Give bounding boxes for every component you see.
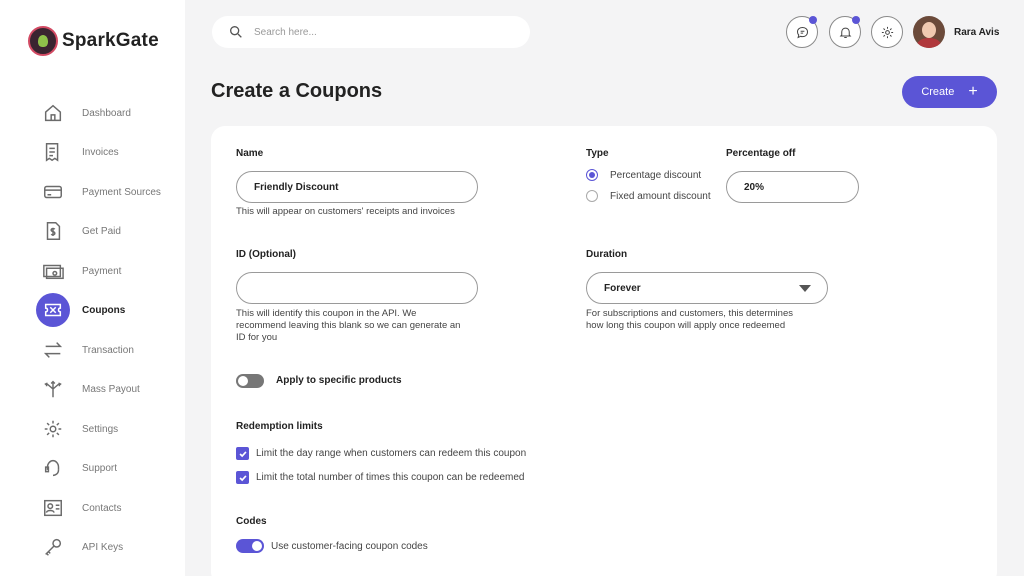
toggle-knob	[238, 376, 248, 386]
sidebar-item-label: Coupons	[82, 304, 126, 316]
create-button-label: Create	[921, 86, 955, 98]
id-input[interactable]	[236, 272, 478, 304]
notifications-button[interactable]	[829, 16, 861, 48]
sidebar-item-coupons[interactable]: Coupons	[36, 293, 181, 327]
limit-day-range-checkbox[interactable]: Limit the day range when customers can r…	[236, 447, 526, 460]
sidebar-item-label: Settings	[82, 423, 119, 435]
sidebar-item-label: Get Paid	[82, 225, 121, 237]
coupon-codes-label: Use customer-facing coupon codes	[271, 541, 428, 552]
sidebar-item-support[interactable]: Support	[36, 451, 181, 485]
duration-help-line: how long this coupon will apply once red…	[586, 320, 786, 331]
search-bar	[212, 16, 530, 48]
limit-total-redemptions-checkbox[interactable]: Limit the total number of times this cou…	[236, 471, 524, 484]
radio-label: Fixed amount discount	[610, 190, 711, 202]
contact-card-icon	[36, 491, 70, 525]
dollar-doc-icon	[36, 214, 70, 248]
sidebar-item-label: Dashboard	[82, 107, 131, 119]
sidebar-item-label: Payment Sources	[82, 186, 161, 198]
avatar[interactable]	[913, 16, 945, 48]
bell-icon	[839, 27, 851, 38]
sidebar-item-label: Support	[82, 462, 118, 474]
radio-selected-icon	[586, 169, 598, 181]
chevron-down-icon	[799, 285, 811, 292]
duration-help-text: For subscriptions and customers, this de…	[586, 308, 793, 332]
sidebar-item-label: Mass Payout	[82, 383, 140, 395]
name-label: Name	[236, 148, 264, 159]
sidebar-item-payment-sources[interactable]: Payment Sources	[36, 175, 181, 209]
duration-help-line: For subscriptions and customers, this de…	[586, 308, 793, 319]
radio-fixed-amount-discount[interactable]: Fixed amount discount	[586, 190, 711, 202]
id-label: ID (Optional)	[236, 249, 296, 260]
specific-products-toggle[interactable]	[236, 374, 264, 388]
sidebar-item-get-paid[interactable]: Get Paid	[36, 214, 181, 248]
sidebar-item-label: Invoices	[82, 146, 119, 158]
sidebar-item-contacts[interactable]: Contacts	[36, 491, 181, 525]
sidebar-item-invoices[interactable]: Invoices	[36, 135, 181, 169]
arrows-icon	[36, 333, 70, 367]
search-input[interactable]	[254, 26, 494, 38]
coupon-form-card: Name This will appear on customers' rece…	[211, 126, 997, 576]
notification-dot	[852, 16, 860, 24]
page-title: Create a Coupons	[211, 80, 383, 102]
gear-icon	[881, 26, 893, 38]
checkbox-label: Limit the total number of times this cou…	[256, 472, 525, 483]
logo-icon	[28, 26, 58, 56]
id-help-text: This will identify this coupon in the AP…	[236, 308, 460, 344]
sidebar-item-label: API Keys	[82, 541, 124, 553]
radio-label: Percentage discount	[610, 169, 702, 181]
settings-button[interactable]	[871, 16, 903, 48]
messages-button[interactable]	[786, 16, 818, 48]
sidebar: SparkGate Dashboard Invoices Payment Sou…	[0, 0, 185, 576]
gear-icon	[36, 412, 70, 446]
redemption-limits-label: Redemption limits	[236, 421, 323, 432]
sidebar-item-payment[interactable]: Payment	[36, 254, 181, 288]
codes-label: Codes	[236, 516, 267, 527]
create-button[interactable]: Create +	[902, 76, 997, 108]
specific-products-label: Apply to specific products	[276, 375, 402, 386]
card-icon	[36, 175, 70, 209]
percentage-off-label: Percentage off	[726, 148, 796, 159]
sidebar-item-dashboard[interactable]: Dashboard	[36, 96, 181, 130]
key-icon	[36, 530, 70, 564]
percentage-off-input[interactable]	[726, 171, 859, 203]
coupon-icon	[36, 293, 70, 327]
duration-selected-value: Forever	[604, 282, 641, 294]
radio-percentage-discount[interactable]: Percentage discount	[586, 169, 701, 181]
plus-icon: +	[968, 83, 978, 100]
sidebar-item-label: Payment	[82, 265, 122, 277]
name-help-text: This will appear on customers' receipts …	[236, 206, 455, 217]
sidebar-item-transaction[interactable]: Transaction	[36, 333, 181, 367]
checkbox-checked-icon	[236, 447, 249, 460]
checkbox-checked-icon	[236, 471, 249, 484]
toggle-knob	[252, 541, 262, 551]
invoice-icon	[36, 135, 70, 169]
id-help-line: ID for you	[236, 332, 278, 343]
id-help-line: recommend leaving this blank so we can g…	[236, 320, 461, 331]
split-arrows-icon	[36, 372, 70, 406]
type-label: Type	[586, 148, 609, 159]
duration-select[interactable]: Forever	[586, 272, 828, 304]
sidebar-item-mass-payout[interactable]: Mass Payout	[36, 372, 181, 406]
search-icon[interactable]	[228, 24, 244, 40]
home-icon	[36, 96, 70, 130]
id-help-line: This will identify this coupon in the AP…	[236, 308, 417, 319]
brand-name: SparkGate	[62, 30, 159, 51]
checkbox-label: Limit the day range when customers can r…	[256, 448, 527, 459]
sidebar-item-api-keys[interactable]: API Keys	[36, 530, 181, 564]
notification-dot	[809, 16, 817, 24]
duration-label: Duration	[586, 249, 628, 260]
cash-icon	[36, 254, 70, 288]
sidebar-item-label: Contacts	[82, 502, 122, 514]
radio-unselected-icon	[586, 190, 598, 202]
sidebar-item-label: Transaction	[82, 344, 134, 356]
coupon-codes-toggle[interactable]	[236, 539, 264, 553]
user-name: Rara Avis	[954, 27, 1000, 38]
chat-icon	[796, 26, 808, 38]
name-input[interactable]	[236, 171, 478, 203]
sidebar-item-settings[interactable]: Settings	[36, 412, 181, 446]
headset-icon	[36, 451, 70, 485]
brand-logo[interactable]: SparkGate	[28, 26, 159, 56]
